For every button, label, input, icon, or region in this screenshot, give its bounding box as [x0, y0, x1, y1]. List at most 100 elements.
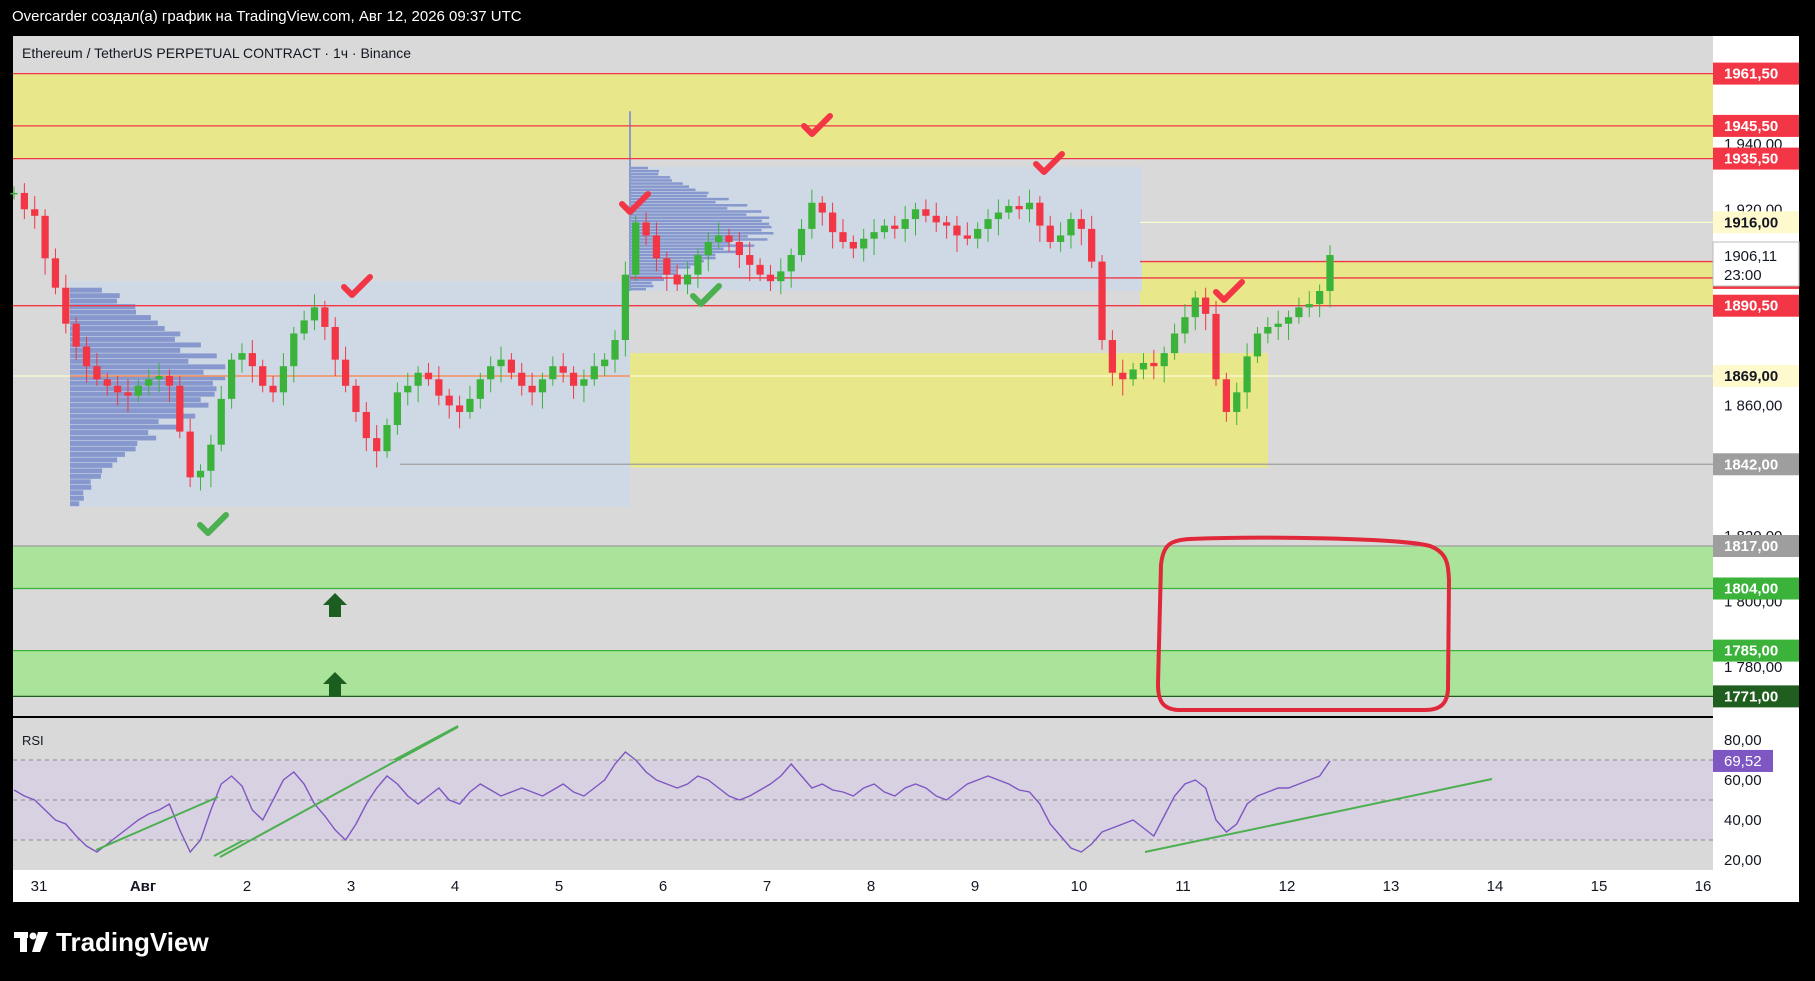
- tradingview-branding[interactable]: TradingView: [14, 927, 209, 958]
- volume-profile-1-bar: [70, 495, 84, 501]
- x-tick-label: 13: [1383, 878, 1400, 895]
- last-price-value: 1906,11: [1724, 248, 1777, 265]
- candle: [611, 340, 619, 360]
- volume-profile-1-bar: [70, 315, 151, 320]
- candle: [528, 385, 536, 393]
- candle: [487, 366, 495, 380]
- candle: [227, 359, 236, 399]
- x-tick-label: 16: [1695, 878, 1712, 895]
- candle: [1077, 219, 1085, 229]
- candle: [891, 225, 899, 229]
- candle: [984, 219, 992, 229]
- volume-profile-1-bar: [70, 484, 92, 490]
- volume-profile-1-bar: [70, 353, 217, 359]
- volume-profile-1-bar: [70, 452, 125, 457]
- candle: [352, 385, 360, 412]
- tradingview-logo-icon: [14, 931, 48, 952]
- rsi-tick-label: 40,00: [1724, 812, 1762, 829]
- candle: [82, 346, 91, 367]
- candle: [818, 202, 826, 213]
- volume-profile-2-bar: [630, 281, 652, 285]
- candle: [207, 444, 215, 471]
- volume-profile-2-bar: [630, 179, 672, 182]
- volume-profile-2-bar: [630, 287, 647, 291]
- candle: [1015, 206, 1023, 210]
- x-tick-label: 31: [31, 878, 48, 895]
- candle: [1253, 333, 1262, 357]
- candle: [176, 385, 184, 432]
- candle: [497, 359, 505, 367]
- level-tag-label: 1817,00: [1724, 538, 1778, 555]
- candle: [279, 366, 288, 393]
- candle: [72, 323, 80, 347]
- x-tick-label: 12: [1279, 878, 1296, 895]
- candle: [735, 241, 743, 256]
- volume-profile-2-bar: [630, 278, 665, 282]
- volume-profile-1-bar: [70, 424, 177, 430]
- candle: [51, 258, 60, 288]
- volume-profile-2-bar: [630, 169, 659, 173]
- volume-profile-2-bar: [630, 250, 737, 254]
- volume-profile-1-bar: [70, 391, 215, 397]
- candle: [41, 215, 49, 259]
- candle: [124, 392, 132, 396]
- candle: [994, 212, 1003, 220]
- candle: [1025, 202, 1034, 210]
- time-axis-bg: [13, 870, 1799, 902]
- volume-profile-1-bar: [70, 320, 158, 326]
- x-tick-label: 8: [867, 878, 875, 895]
- volume-profile-1-bar: [70, 331, 181, 337]
- level-tag-label: 1945,50: [1724, 118, 1778, 135]
- volume-profile-1-bar: [70, 309, 137, 315]
- rsi-value: 69,52: [1724, 753, 1762, 770]
- volume-profile-2-bar: [630, 172, 659, 176]
- candle: [787, 255, 795, 272]
- last-price-countdown: 23:00: [1724, 267, 1762, 284]
- candle: [31, 209, 39, 216]
- candle: [1212, 313, 1220, 380]
- candle: [248, 353, 256, 367]
- candle: [373, 438, 381, 452]
- volume-profile-2-bar: [630, 207, 728, 210]
- chart-canvas[interactable]: Ethereum / TetherUS PERPETUAL CONTRACT ·…: [0, 0, 1815, 981]
- x-tick-label: 9: [971, 878, 979, 895]
- candle: [103, 379, 111, 386]
- candle: [1326, 255, 1334, 291]
- candle: [259, 366, 267, 386]
- candle: [1160, 353, 1168, 367]
- candle: [466, 398, 474, 412]
- candle: [186, 431, 194, 478]
- demand-zone-1: [13, 546, 1713, 589]
- volume-profile-1-bar: [70, 479, 91, 485]
- candle: [911, 209, 920, 220]
- candle: [134, 385, 142, 396]
- level-tag-label: 1842,00: [1724, 456, 1778, 473]
- volume-profile-2-bar: [630, 219, 762, 223]
- volume-profile-1-bar: [70, 408, 181, 414]
- candle: [621, 274, 629, 341]
- volume-profile-1-bar: [70, 298, 118, 304]
- volume-profile-1-bar: [70, 304, 136, 310]
- volume-profile-1-bar: [70, 326, 165, 331]
- candle: [590, 366, 598, 380]
- level-tag-label: 1916,00: [1724, 214, 1778, 231]
- volume-profile-1-bar: [70, 473, 101, 479]
- candle: [1067, 219, 1075, 236]
- candle: [756, 264, 764, 275]
- candle: [1202, 297, 1210, 314]
- volume-profile-1-bar: [70, 435, 157, 441]
- candle: [1005, 206, 1013, 213]
- volume-profile-1-bar: [70, 441, 138, 446]
- candle: [777, 271, 785, 282]
- candle: [632, 222, 640, 275]
- volume-profile-2-bar: [630, 182, 683, 185]
- candle: [62, 287, 70, 324]
- candle: [507, 359, 516, 373]
- candle: [839, 232, 847, 242]
- volume-profile-2-bar: [630, 166, 649, 170]
- candle: [1191, 297, 1199, 318]
- candle: [725, 235, 733, 242]
- volume-profile-2-bar: [630, 253, 716, 257]
- candle: [217, 398, 225, 445]
- candle: [932, 215, 940, 223]
